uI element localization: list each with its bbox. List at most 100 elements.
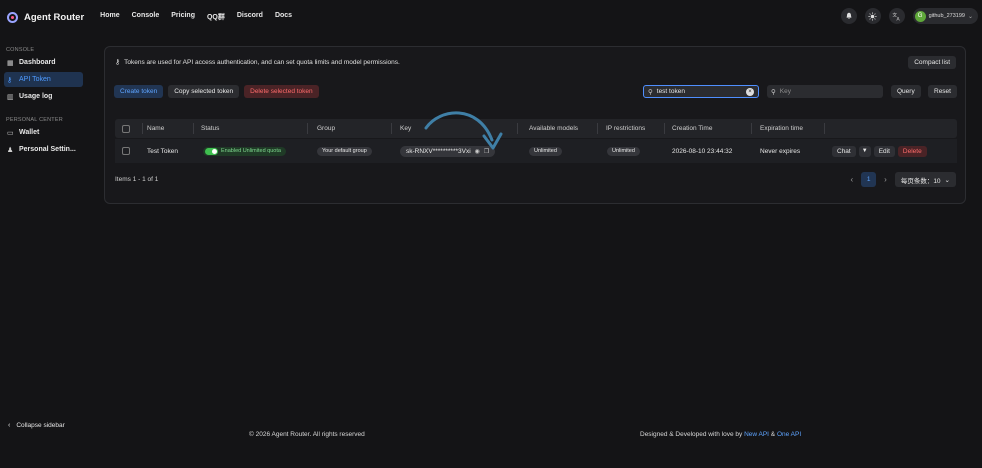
sidebar-item-label: Usage log bbox=[19, 93, 53, 100]
info-text: Tokens are used for API access authentic… bbox=[124, 58, 400, 66]
chevron-left-icon: ‹ bbox=[8, 422, 11, 429]
nav-console[interactable]: Console bbox=[132, 12, 160, 22]
footer-credit: Designed & Developed with love by New AP… bbox=[640, 431, 801, 438]
ip-badge: Unlimited bbox=[607, 146, 640, 156]
next-page-icon[interactable]: › bbox=[884, 175, 887, 184]
avatar: G bbox=[914, 10, 926, 22]
brand[interactable]: Agent Router bbox=[7, 11, 84, 23]
status-badge[interactable]: Enabled Unlimited quota bbox=[203, 146, 286, 156]
new-api-link[interactable]: New API bbox=[744, 431, 769, 438]
sidebar-item-personal-settings[interactable]: ♟ Personal Settin... bbox=[4, 142, 83, 157]
user-menu[interactable]: G github_273199 ⌄ bbox=[912, 8, 978, 24]
sun-icon[interactable] bbox=[864, 8, 881, 24]
pagination: ‹ 1 › 每页条数：10 ⌄ bbox=[842, 172, 956, 187]
sidebar: CONSOLE ▦ Dashboard ⚷ API Token ▥ Usage … bbox=[0, 34, 88, 468]
key-placeholder: Key bbox=[779, 88, 791, 95]
user-name: github_273199 bbox=[928, 13, 965, 19]
chevron-down-icon: ⌄ bbox=[944, 176, 950, 184]
clear-icon[interactable]: × bbox=[746, 88, 754, 96]
sidebar-item-label: Wallet bbox=[19, 129, 40, 136]
column-header-key[interactable]: Key bbox=[400, 119, 411, 138]
column-header-group[interactable]: Group bbox=[317, 119, 335, 138]
sidebar-item-label: Dashboard bbox=[19, 59, 56, 66]
column-divider bbox=[664, 123, 665, 134]
chart-icon: ▥ bbox=[7, 93, 14, 101]
footer-copyright: © 2026 Agent Router. All rights reserved bbox=[249, 431, 365, 438]
creation-time: 2026-08-10 23:44:32 bbox=[672, 147, 733, 155]
token-name: Test Token bbox=[147, 147, 178, 155]
items-summary: Items 1 - 1 of 1 bbox=[115, 176, 159, 183]
sidebar-item-label: Personal Settin... bbox=[19, 146, 76, 153]
info-banner: ⚷ Tokens are used for API access authent… bbox=[115, 58, 400, 67]
query-button[interactable]: Query bbox=[891, 85, 921, 98]
enabled-toggle[interactable] bbox=[205, 147, 218, 155]
wallet-icon: ▭ bbox=[7, 129, 14, 137]
column-divider bbox=[391, 123, 392, 134]
sidebar-item-usage-log[interactable]: ▥ Usage log bbox=[4, 89, 83, 104]
column-header-status[interactable]: Status bbox=[201, 119, 219, 138]
column-header-ip-restrictions[interactable]: IP restrictions bbox=[606, 119, 645, 138]
delete-button[interactable]: Delete bbox=[897, 145, 927, 157]
translate-icon[interactable]: 文A bbox=[888, 8, 905, 24]
column-header-available-models[interactable]: Available models bbox=[529, 119, 578, 138]
search-icon: ⚲ bbox=[771, 88, 776, 96]
select-all-checkbox[interactable] bbox=[122, 124, 130, 133]
nav-qq-group[interactable]: QQ群 bbox=[207, 12, 225, 22]
action-row: Create token Copy selected token Delete … bbox=[114, 85, 324, 98]
sidebar-item-api-token[interactable]: ⚷ API Token bbox=[4, 72, 83, 87]
tokens-card: ⚷ Tokens are used for API access authent… bbox=[104, 46, 966, 204]
table-header: Name Status Group Key Available models I… bbox=[115, 119, 957, 138]
nav-docs[interactable]: Docs bbox=[275, 12, 292, 22]
edit-button[interactable]: Edit bbox=[873, 145, 895, 157]
collapse-sidebar-label: Collapse sidebar bbox=[16, 422, 65, 429]
tokens-table: Name Status Group Key Available models I… bbox=[115, 119, 957, 163]
nav-pricing[interactable]: Pricing bbox=[171, 12, 195, 22]
create-token-button[interactable]: Create token bbox=[114, 85, 164, 98]
column-header-expiration-time[interactable]: Expiration time bbox=[760, 119, 803, 138]
column-divider bbox=[517, 123, 518, 134]
sidebar-item-wallet[interactable]: ▭ Wallet bbox=[4, 125, 83, 140]
nav-home[interactable]: Home bbox=[100, 12, 119, 22]
page-number[interactable]: 1 bbox=[861, 172, 877, 187]
top-right-controls: 文A G github_273199 ⌄ bbox=[833, 8, 978, 24]
chat-button[interactable]: Chat bbox=[832, 145, 856, 157]
svg-text:A: A bbox=[897, 16, 901, 20]
key-icon: ⚷ bbox=[7, 76, 13, 84]
user-icon: ♟ bbox=[7, 146, 14, 154]
status-text: Enabled Unlimited quota bbox=[221, 148, 281, 154]
delete-selected-token-button[interactable]: Delete selected token bbox=[244, 85, 319, 98]
one-api-link[interactable]: One API bbox=[777, 431, 801, 438]
nav-discord[interactable]: Discord bbox=[237, 12, 263, 22]
row-checkbox[interactable] bbox=[122, 147, 130, 155]
footer-credit-text: Designed & Developed with love by bbox=[640, 431, 745, 438]
collapse-sidebar-button[interactable]: ‹ Collapse sidebar bbox=[8, 422, 65, 429]
table-row[interactable]: Test Token Enabled Unlimited quota Your … bbox=[115, 139, 957, 163]
search-value: test token bbox=[656, 88, 685, 95]
expiration-time: Never expires bbox=[760, 147, 801, 155]
annotation-arrow-icon bbox=[424, 111, 503, 150]
column-divider bbox=[142, 123, 143, 134]
column-header-name[interactable]: Name bbox=[147, 119, 164, 138]
column-divider bbox=[597, 123, 598, 134]
footer-amp: & bbox=[769, 431, 777, 438]
reset-button[interactable]: Reset bbox=[928, 85, 957, 98]
copy-selected-token-button[interactable]: Copy selected token bbox=[168, 85, 240, 98]
column-divider bbox=[193, 123, 194, 134]
sidebar-item-label: API Token bbox=[19, 76, 51, 83]
token-name-search-input[interactable]: ⚲ test token × bbox=[643, 85, 759, 98]
compact-list-button[interactable]: Compact list bbox=[908, 56, 956, 69]
prev-page-icon[interactable]: ‹ bbox=[850, 175, 853, 184]
key-search-input[interactable]: ⚲ Key bbox=[767, 85, 883, 98]
bell-icon[interactable] bbox=[840, 8, 857, 24]
column-divider bbox=[751, 123, 752, 134]
dashboard-icon: ▦ bbox=[7, 59, 14, 67]
chat-dropdown-icon[interactable]: ▼ bbox=[858, 145, 871, 157]
models-badge: Unlimited bbox=[529, 146, 562, 156]
sidebar-section-console: CONSOLE bbox=[6, 47, 35, 53]
column-header-creation-time[interactable]: Creation Time bbox=[672, 119, 712, 138]
top-navbar: Agent Router Home Console Pricing QQ群 Di… bbox=[0, 0, 982, 34]
chevron-down-icon: ⌄ bbox=[967, 13, 973, 20]
column-divider bbox=[307, 123, 308, 134]
sidebar-item-dashboard[interactable]: ▦ Dashboard bbox=[4, 55, 83, 70]
page-size-select[interactable]: 每页条数：10 ⌄ bbox=[894, 172, 956, 187]
